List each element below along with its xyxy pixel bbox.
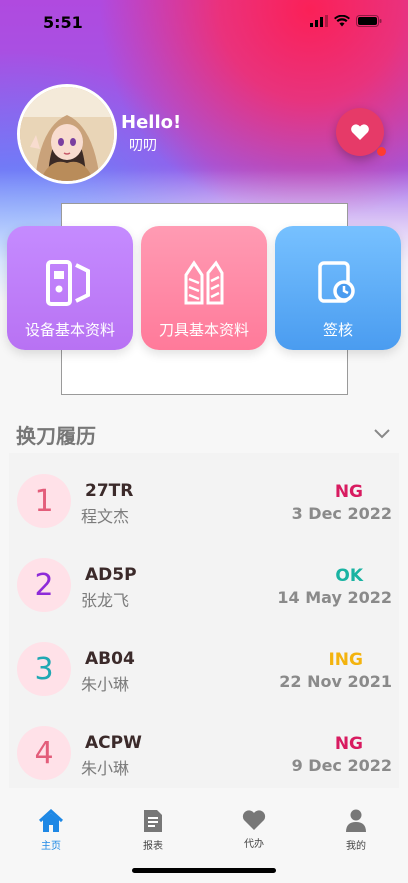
tab-mine[interactable]: 我的 [326, 809, 386, 852]
device-panel-icon [42, 255, 98, 311]
status-time: 5:51 [43, 13, 83, 32]
heart-icon [351, 124, 369, 140]
home-indicator [132, 868, 276, 873]
operator-name: 程文杰 [81, 507, 130, 526]
history-row[interactable]: 2 AD5P 张龙飞 OK 14 May 2022 [9, 537, 399, 621]
report-icon [144, 810, 162, 832]
history-index: 4 [17, 726, 71, 780]
tab-report-label: 报表 [143, 841, 163, 852]
device-info-label: 设备基本资料 [24, 321, 115, 339]
tab-home-label: 主页 [41, 841, 61, 852]
history-list: 1 27TR 程文杰 NG 3 Dec 2022 2 AD5P 张龙飞 OK 1… [9, 453, 399, 788]
heart-icon [242, 810, 266, 830]
tools-icon [176, 255, 232, 311]
sign-off-card[interactable]: 签核 [275, 226, 401, 350]
history-row[interactable]: 3 AB04 朱小琳 ING 22 Nov 2021 [9, 621, 399, 705]
signal-icon [310, 15, 328, 27]
chevron-down-icon[interactable] [374, 424, 390, 443]
tool-info-card[interactable]: 刀具基本资料 [141, 226, 267, 350]
notification-dot [377, 147, 386, 156]
tab-report[interactable]: 报表 [123, 809, 183, 852]
history-date: 9 Dec 2022 [291, 756, 392, 775]
home-icon [38, 809, 64, 832]
user-nickname: 叨叨 [129, 138, 157, 154]
operator-name: 张龙飞 [81, 591, 130, 610]
tab-todo-label: 代办 [244, 839, 264, 850]
history-title: 换刀履历 [16, 424, 96, 448]
tab-todo[interactable]: 代办 [224, 809, 284, 850]
status-badge: NG [334, 482, 363, 502]
history-date: 3 Dec 2022 [291, 504, 392, 523]
sign-off-icon [310, 255, 366, 311]
tool-code: AB04 [85, 649, 135, 669]
tool-code: 27TR [85, 481, 134, 501]
status-icons [310, 15, 382, 27]
operator-name: 朱小琳 [81, 759, 130, 778]
history-index: 2 [17, 558, 71, 612]
status-badge: ING [328, 650, 363, 670]
status-bar: 5:51 [0, 0, 408, 44]
sign-off-label: 签核 [322, 321, 353, 339]
tool-info-label: 刀具基本资料 [158, 321, 249, 339]
person-icon [346, 809, 366, 832]
status-badge: OK [335, 566, 363, 586]
greeting: Hello! 叨叨 [121, 112, 181, 155]
battery-icon [356, 15, 382, 27]
history-date: 22 Nov 2021 [279, 672, 392, 691]
tool-code: ACPW [85, 733, 142, 753]
tool-code: AD5P [85, 565, 137, 585]
history-row[interactable]: 4 ACPW 朱小琳 NG 9 Dec 2022 [9, 705, 399, 789]
greeting-hello: Hello! [121, 112, 182, 133]
history-index: 1 [17, 474, 71, 528]
history-date: 14 May 2022 [277, 588, 392, 607]
operator-name: 朱小琳 [81, 675, 130, 694]
wifi-icon [334, 15, 350, 27]
quick-actions: 设备基本资料 刀具基本资料 签核 [7, 226, 401, 350]
device-info-card[interactable]: 设备基本资料 [7, 226, 133, 350]
avatar-illustration [20, 87, 114, 181]
avatar[interactable] [17, 84, 117, 184]
tab-mine-label: 我的 [346, 841, 366, 852]
status-badge: NG [334, 734, 363, 754]
history-row[interactable]: 1 27TR 程文杰 NG 3 Dec 2022 [9, 453, 399, 537]
tab-home[interactable]: 主页 [21, 809, 81, 852]
favorite-button[interactable] [336, 108, 386, 156]
history-index: 3 [17, 642, 71, 696]
